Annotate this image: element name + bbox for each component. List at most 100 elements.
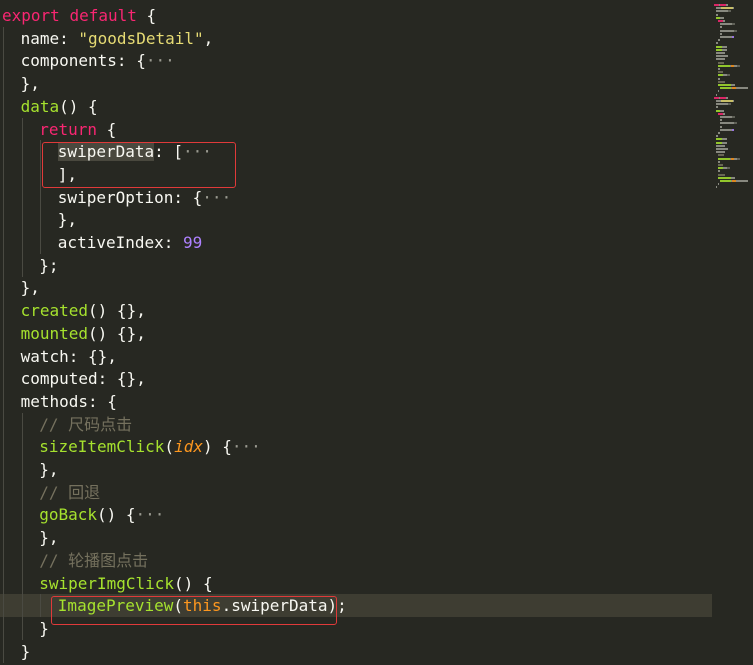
indent-guide [21,594,23,618]
indent-guide [21,526,23,550]
indent-guide [40,208,42,232]
code-text: activeIndex: 99 [58,231,203,254]
code-text: ImagePreview(this.swiperData); [58,594,347,617]
indent-guide [3,412,4,436]
indent-guide [21,117,23,141]
minimap-stroke [720,32,722,35]
code-line[interactable]: } [0,616,712,640]
minimap-stroke [734,122,737,125]
code-text: // 轮播图点击 [39,549,148,572]
code-line[interactable]: computed: {}, [0,367,712,391]
code-token: default [69,6,137,25]
code-line[interactable]: watch: {}, [0,344,712,368]
code-token: } [20,641,31,661]
code-token: goBack [39,505,97,525]
code-line[interactable]: }, [0,276,712,300]
fold-marker[interactable]: ··· [183,142,212,161]
code-line[interactable]: }, [0,72,712,96]
code-line[interactable]: swiperOption: {··· [0,185,712,209]
code-text: }, [21,72,40,95]
indent-guide [3,616,4,640]
code-line[interactable]: export default { [0,4,712,27]
code-token: }, [57,210,78,230]
code-line[interactable]: } [0,639,712,663]
code-text: watch: {}, [21,345,117,368]
indent-guide [3,49,4,73]
code-line[interactable]: swiperData: [··· [0,140,712,164]
code-token: }, [39,528,59,548]
indent-guide [3,435,4,459]
minimap-stroke [720,125,722,128]
indent-guide [40,594,42,618]
indent-guide [3,458,4,481]
minimap-stroke [722,141,727,144]
fold-marker[interactable]: ··· [202,188,231,207]
minimap-stroke [720,16,724,19]
indent-guide [21,435,23,459]
fold-marker[interactable]: ··· [232,437,261,456]
minimap-stroke [732,128,734,131]
minimap-stroke [718,84,731,86]
indent-guide [21,208,23,232]
code-token: { [96,119,117,139]
code-line[interactable]: goBack() {··· [0,503,712,527]
code-line[interactable]: }, [0,208,712,232]
code-line[interactable]: swiperImgClick() { [0,571,712,595]
indent-guide [21,253,23,277]
code-line[interactable]: components: {··· [0,49,712,73]
code-token: // 回退 [39,482,101,502]
indent-guide [21,231,23,254]
code-line[interactable]: ], [0,162,712,186]
code-line[interactable]: }, [0,458,712,481]
code-text: swiperOption: {··· [58,186,231,209]
minimap-stroke [732,23,735,26]
code-token: "goodsDetail" [78,28,204,48]
indent-guide [21,548,23,572]
code-line[interactable]: }; [0,253,712,277]
code-line[interactable]: created() {}, [0,299,712,323]
code-line[interactable]: // 轮播图点击 [0,548,712,572]
minimap[interactable] [712,0,753,665]
indent-guide [3,344,4,368]
code-line[interactable]: sizeItemClick(idx) {··· [0,435,712,459]
code-editor[interactable]: export default {name: "goodsDetail", comp… [0,0,753,665]
code-line[interactable]: return { [0,117,712,141]
minimap-stroke [720,36,732,38]
code-line[interactable]: ImagePreview(this.swiperData); [0,594,712,618]
code-line[interactable]: // 尺码点击 [0,412,712,436]
code-token: idx [174,437,203,457]
minimap-stroke [720,116,729,118]
code-text: created() {}, [21,299,146,322]
indent-guide [3,321,4,345]
code-line[interactable]: activeIndex: 99 [0,231,712,254]
code-line[interactable]: methods: { [0,389,712,413]
minimap-stroke [718,173,725,176]
minimap-stroke [716,148,728,150]
minimap-stroke [736,180,748,182]
indent-guide [3,253,4,277]
minimap-stroke [718,164,723,166]
minimap-stroke [718,90,719,93]
code-token: computed: {}, [20,369,146,389]
code-text: swiperData: [··· [57,140,212,163]
code-text: }; [39,254,58,277]
code-line[interactable]: // 回退 [0,480,712,504]
fold-marker[interactable]: ··· [146,51,175,70]
minimap-stroke [718,61,724,64]
minimap-stroke [718,170,720,173]
code-token: : [ [154,142,184,162]
code-line[interactable]: mounted() {}, [0,321,712,345]
code-token: () {}, [88,323,146,343]
code-line[interactable]: data() { [0,94,712,118]
fold-marker[interactable]: ··· [136,505,165,524]
indent-guide [21,140,23,164]
code-token: }, [39,460,59,479]
code-text: }, [39,458,58,481]
code-token: methods: { [20,391,117,411]
code-line[interactable]: }, [0,526,712,550]
code-token: }; [39,255,59,275]
code-line[interactable]: name: "goodsDetail", [0,26,712,50]
minimap-stroke [722,48,727,51]
code-token: () {}, [88,301,146,321]
code-token: }, [20,74,40,94]
